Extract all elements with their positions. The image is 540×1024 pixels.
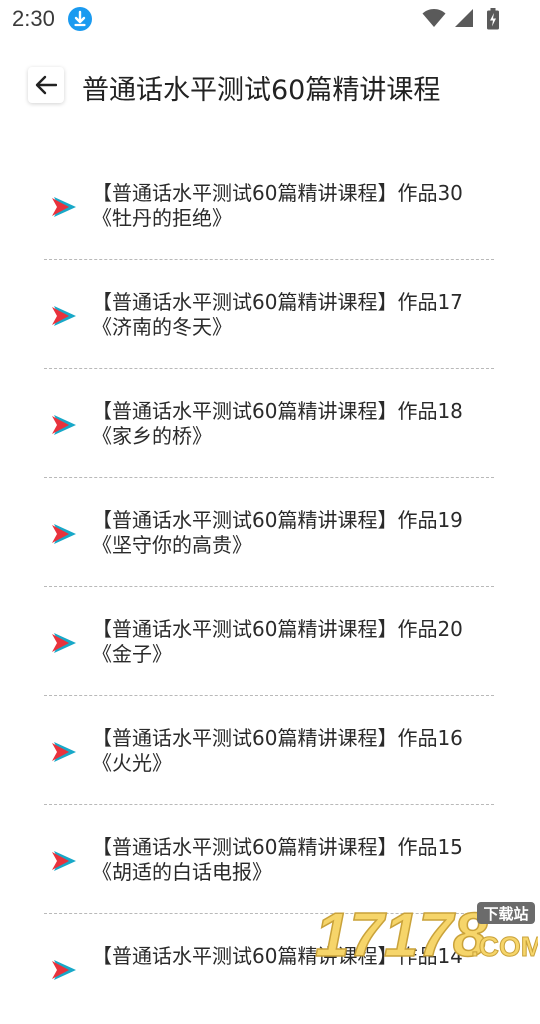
item-subtitle: 《火光》 — [92, 751, 172, 775]
item-subtitle: 《家乡的桥》 — [92, 424, 212, 448]
item-subtitle: 《济南的冬天》 — [92, 315, 232, 339]
wifi-icon — [422, 9, 446, 27]
list-item[interactable]: 【普通话水平测试60篇精讲课程】作品18 《家乡的桥》 — [44, 370, 494, 478]
play-icon — [52, 742, 76, 762]
course-list: 【普通话水平测试60篇精讲课程】作品30 《牡丹的拒绝》 【普通话水平测试60篇… — [44, 152, 494, 1024]
arrow-left-icon — [35, 75, 57, 95]
watermark-domain: .COM — [471, 931, 538, 960]
item-title: 【普通话水平测试60篇精讲课程】作品15 — [92, 835, 463, 859]
list-item[interactable]: 【普通话水平测试60篇精讲课程】作品30 《牡丹的拒绝》 — [44, 152, 494, 260]
play-icon — [52, 415, 76, 435]
site-watermark-logo: 17178 下载站 .COM — [314, 900, 538, 960]
item-title: 【普通话水平测试60篇精讲课程】作品19 — [92, 508, 463, 532]
list-item[interactable]: 【普通话水平测试60篇精讲课程】作品20 《金子》 — [44, 588, 494, 696]
page-title: 普通话水平测试60篇精讲课程 — [82, 75, 441, 106]
list-item[interactable]: 【普通话水平测试60篇精讲课程】作品15 《胡适的白话电报》 — [44, 806, 494, 914]
status-time: 2:30 — [12, 6, 55, 31]
app-bar: 普通话水平测试60篇精讲课程 — [0, 50, 540, 124]
item-subtitle: 《胡适的白话电报》 — [92, 860, 272, 884]
item-subtitle: 《坚守你的高贵》 — [92, 533, 252, 557]
play-icon — [52, 524, 76, 544]
download-icon — [68, 7, 92, 31]
list-item[interactable]: 【普通话水平测试60篇精讲课程】作品16 《火光》 — [44, 697, 494, 805]
play-icon — [52, 633, 76, 653]
play-icon — [52, 306, 76, 326]
item-subtitle: 《金子》 — [92, 642, 172, 666]
status-bar: 2:30 — [0, 0, 540, 38]
watermark-tag: 下载站 — [483, 905, 528, 923]
play-icon — [52, 960, 76, 980]
item-title: 【普通话水平测试60篇精讲课程】作品17 — [92, 290, 463, 314]
play-icon — [52, 197, 76, 217]
item-title: 【普通话水平测试60篇精讲课程】作品16 — [92, 726, 463, 750]
signal-icon — [455, 9, 473, 27]
list-item[interactable]: 【普通话水平测试60篇精讲课程】作品19 《坚守你的高贵》 — [44, 479, 494, 587]
item-subtitle: 《牡丹的拒绝》 — [92, 206, 232, 230]
item-title: 【普通话水平测试60篇精讲课程】作品20 — [92, 617, 463, 641]
back-button[interactable] — [28, 67, 64, 103]
list-item[interactable]: 【普通话水平测试60篇精讲课程】作品17 《济南的冬天》 — [44, 261, 494, 369]
play-icon — [52, 851, 76, 871]
watermark-number: 17178 — [315, 901, 488, 960]
item-title: 【普通话水平测试60篇精讲课程】作品30 — [92, 181, 463, 205]
item-title: 【普通话水平测试60篇精讲课程】作品18 — [92, 399, 463, 423]
battery-icon — [487, 8, 499, 30]
